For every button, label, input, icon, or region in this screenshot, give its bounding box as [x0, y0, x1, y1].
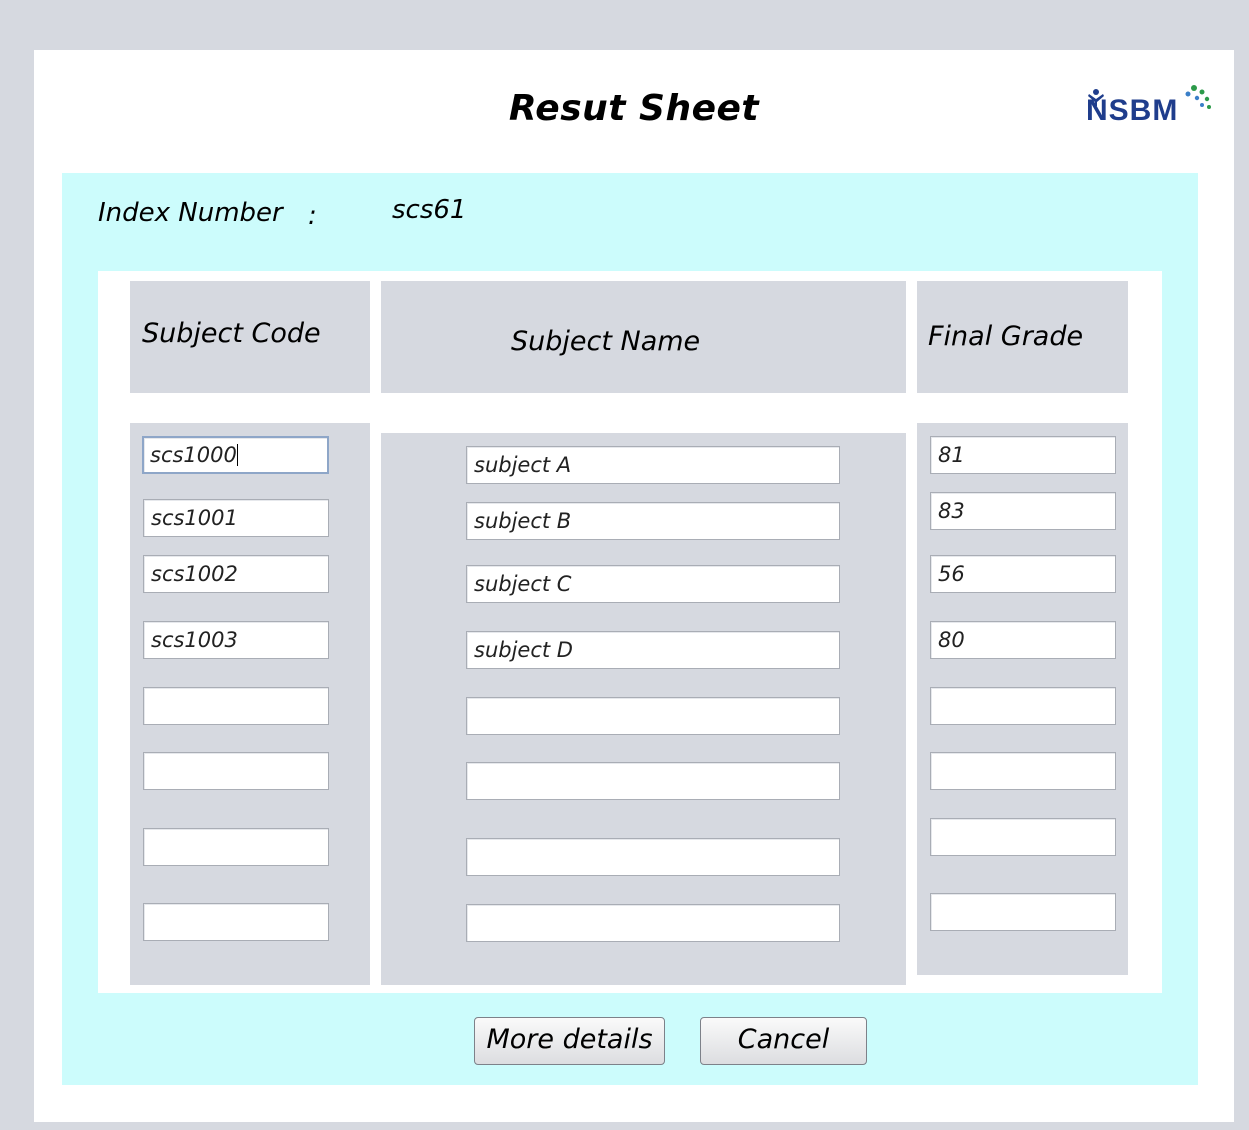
- subject-name-header-label: Subject Name: [511, 326, 701, 357]
- more-details-button[interactable]: More details: [474, 1017, 665, 1065]
- subject-code-input[interactable]: [143, 687, 329, 725]
- page-title: Resut Sheet: [508, 88, 760, 129]
- subject-code-input[interactable]: scs1000: [142, 436, 329, 474]
- final-grade-input[interactable]: [930, 818, 1116, 856]
- final-grade-input[interactable]: 83: [930, 492, 1116, 530]
- index-number-label: Index Number: [98, 198, 283, 228]
- final-grade-header: Final Grade: [917, 281, 1128, 393]
- logo-text: NSBM: [1086, 94, 1179, 127]
- final-grade-input[interactable]: 81: [930, 436, 1116, 474]
- subject-name-input[interactable]: [466, 904, 840, 942]
- subject-name-input[interactable]: subject A: [466, 446, 840, 484]
- subject-name-column: subject A subject B subject C subject D: [381, 433, 906, 985]
- text-caret: [236, 444, 238, 466]
- subject-name-header: Subject Name: [381, 281, 906, 393]
- subject-code-input[interactable]: scs1001: [143, 499, 329, 537]
- subject-name-input[interactable]: subject B: [466, 502, 840, 540]
- final-grade-column: 81 83 56 80: [917, 423, 1128, 975]
- final-grade-header-label: Final Grade: [928, 321, 1084, 352]
- final-grade-input[interactable]: [930, 687, 1116, 725]
- subject-code-header: Subject Code: [130, 281, 370, 393]
- subject-name-input[interactable]: [466, 838, 840, 876]
- subject-name-input[interactable]: [466, 697, 840, 735]
- final-grade-input[interactable]: 56: [930, 555, 1116, 593]
- nsbm-logo: NSBM: [1084, 80, 1214, 140]
- index-number-value: scs61: [392, 195, 467, 225]
- final-grade-input[interactable]: [930, 893, 1116, 931]
- final-grade-input[interactable]: 80: [930, 621, 1116, 659]
- results-table: Subject Code Subject Name Final Grade sc…: [98, 271, 1162, 993]
- subject-code-input[interactable]: [143, 903, 329, 941]
- subject-code-column: scs1000 scs1001 scs1002 scs1003: [130, 423, 370, 985]
- subject-code-input[interactable]: [143, 752, 329, 790]
- index-number-colon: :: [308, 201, 317, 231]
- subject-name-input[interactable]: subject D: [466, 631, 840, 669]
- subject-code-input[interactable]: [143, 828, 329, 866]
- subject-code-input[interactable]: scs1003: [143, 621, 329, 659]
- result-panel: Index Number : scs61 Subject Code Subjec…: [62, 173, 1198, 1085]
- subject-name-input[interactable]: subject C: [466, 565, 840, 603]
- subject-name-input[interactable]: [466, 762, 840, 800]
- result-sheet-window: Resut Sheet NSBM Index Number : scs61 Su…: [34, 50, 1234, 1122]
- final-grade-input[interactable]: [930, 752, 1116, 790]
- subject-code-input[interactable]: scs1002: [143, 555, 329, 593]
- cancel-button[interactable]: Cancel: [700, 1017, 867, 1065]
- subject-code-header-label: Subject Code: [142, 318, 321, 349]
